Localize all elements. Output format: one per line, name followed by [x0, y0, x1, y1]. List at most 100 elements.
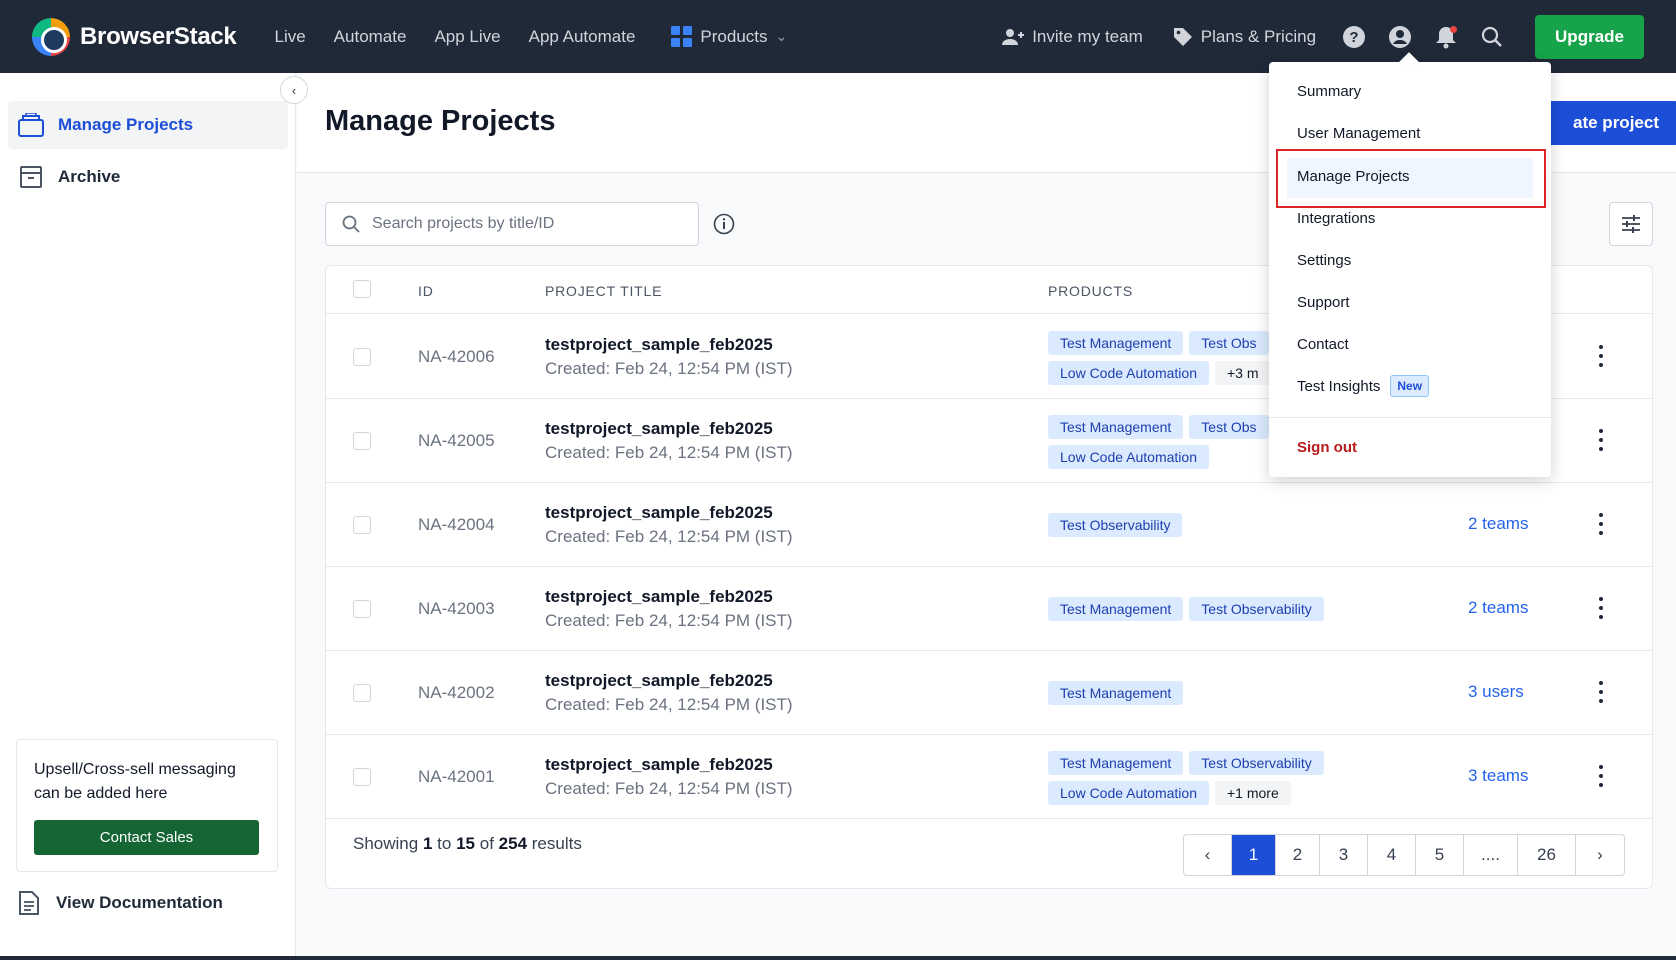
- upgrade-button[interactable]: Upgrade: [1535, 14, 1644, 59]
- more-products-tag[interactable]: +3 m: [1214, 361, 1271, 385]
- document-icon: [19, 891, 39, 915]
- results-summary: Showing 1 to 15 of 254 results: [353, 834, 582, 854]
- nav-link-app-automate[interactable]: App Automate: [515, 27, 650, 47]
- project-title[interactable]: testproject_sample_feb2025: [545, 755, 773, 775]
- page-ellipsis: ....: [1464, 835, 1518, 875]
- row-checkbox[interactable]: [353, 600, 371, 618]
- prev-page-button[interactable]: ‹: [1184, 835, 1232, 875]
- menu-item-sign-out[interactable]: Sign out: [1297, 439, 1357, 456]
- menu-item-settings[interactable]: Settings: [1297, 252, 1351, 269]
- menu-item-integrations[interactable]: Integrations: [1297, 210, 1375, 227]
- access-link[interactable]: 2 teams: [1468, 598, 1528, 618]
- tag-icon: [1173, 27, 1192, 46]
- nav-link-app-live[interactable]: App Live: [420, 27, 514, 47]
- menu-item-contact[interactable]: Contact: [1297, 336, 1349, 353]
- browserstack-logo-icon: [32, 17, 70, 56]
- collapse-sidebar-button[interactable]: ‹: [280, 76, 308, 104]
- chevron-left-icon: ‹: [291, 82, 297, 98]
- column-header-id: ID: [418, 283, 434, 299]
- page-button-1[interactable]: 1: [1232, 835, 1276, 875]
- next-page-button[interactable]: ›: [1576, 835, 1624, 875]
- kebab-menu-icon[interactable]: [1598, 513, 1604, 535]
- user-account-icon[interactable]: [1388, 25, 1412, 49]
- product-tags: Test Management Test Observability: [1048, 597, 1368, 621]
- more-products-tag[interactable]: +1 more: [1214, 781, 1291, 805]
- menu-item-support[interactable]: Support: [1297, 294, 1350, 311]
- view-documentation-link[interactable]: View Documentation: [18, 891, 223, 915]
- project-created-date: Created: Feb 24, 12:54 PM (IST): [545, 359, 793, 378]
- row-checkbox[interactable]: [353, 348, 371, 366]
- select-all-checkbox[interactable]: [353, 280, 371, 298]
- page-button-4[interactable]: 4: [1368, 835, 1416, 875]
- project-title[interactable]: testproject_sample_feb2025: [545, 503, 773, 523]
- menu-item-user-management[interactable]: User Management: [1297, 125, 1420, 142]
- product-tags: Test Management Test Obs Low Code Automati…: [1048, 331, 1278, 385]
- products-menu[interactable]: Products ⌄: [657, 26, 801, 47]
- sidebar-item-label: Manage Projects: [58, 115, 194, 134]
- search-input[interactable]: [372, 215, 672, 233]
- table-row[interactable]: NA-42003 testproject_sample_feb2025 Create…: [326, 567, 1652, 651]
- project-title[interactable]: testproject_sample_feb2025: [545, 419, 773, 439]
- menu-item-test-insights[interactable]: Test Insights New: [1297, 375, 1430, 397]
- highlight-outline-box: [1276, 149, 1546, 208]
- page-button-2[interactable]: 2: [1276, 835, 1320, 875]
- products-label: Products: [700, 26, 768, 46]
- project-created-date: Created: Feb 24, 12:54 PM (IST): [545, 527, 793, 546]
- project-id: NA-42004: [418, 515, 495, 534]
- plans-pricing-link[interactable]: Plans & Pricing: [1158, 27, 1331, 47]
- product-tags: Test Management Test Obs Low Code Automati…: [1048, 415, 1278, 469]
- add-user-icon: [1002, 28, 1025, 45]
- page-title: Manage Projects: [325, 105, 556, 137]
- sidebar-item-manage-projects[interactable]: Manage Projects: [8, 101, 288, 149]
- contact-sales-button[interactable]: Contact Sales: [34, 820, 259, 855]
- kebab-menu-icon[interactable]: [1598, 681, 1604, 703]
- product-tag: Test Management: [1048, 597, 1184, 621]
- nav-link-automate[interactable]: Automate: [320, 27, 421, 47]
- menu-item-summary[interactable]: Summary: [1297, 83, 1361, 100]
- kebab-menu-icon[interactable]: [1598, 597, 1604, 619]
- access-link[interactable]: 2 teams: [1468, 514, 1528, 534]
- kebab-menu-icon[interactable]: [1598, 429, 1604, 451]
- access-link[interactable]: 3 users: [1468, 682, 1524, 702]
- kebab-menu-icon[interactable]: [1598, 765, 1604, 787]
- project-title[interactable]: testproject_sample_feb2025: [545, 587, 773, 607]
- table-row[interactable]: NA-42002 testproject_sample_feb2025 Create…: [326, 651, 1652, 735]
- nav-link-live[interactable]: Live: [260, 27, 319, 47]
- page-button-3[interactable]: 3: [1320, 835, 1368, 875]
- nav-links: Live Automate App Live App Automate Prod…: [260, 26, 801, 47]
- pagination: ‹ 1 2 3 4 5 .... 26 ›: [1183, 834, 1625, 876]
- table-row[interactable]: NA-42001 testproject_sample_feb2025 Create…: [326, 735, 1652, 819]
- filter-settings-button[interactable]: [1609, 202, 1653, 246]
- info-icon[interactable]: [713, 213, 735, 235]
- table-row[interactable]: NA-42004 testproject_sample_feb2025 Create…: [326, 483, 1652, 567]
- project-title[interactable]: testproject_sample_feb2025: [545, 335, 773, 355]
- project-id: NA-42002: [418, 683, 495, 702]
- sidebar: Manage Projects Archive Upsell/Cross-sel…: [0, 73, 296, 960]
- notification-bell-icon[interactable]: [1434, 25, 1458, 49]
- results-word: results: [531, 834, 582, 853]
- access-link[interactable]: 3 teams: [1468, 766, 1528, 786]
- row-checkbox[interactable]: [353, 768, 371, 786]
- product-tags: Test Management: [1048, 681, 1368, 705]
- row-checkbox[interactable]: [353, 516, 371, 534]
- sidebar-item-archive[interactable]: Archive: [8, 153, 288, 201]
- invite-team-link[interactable]: Invite my team: [987, 27, 1158, 47]
- column-header-products: PRODUCTS: [1048, 283, 1133, 299]
- search-icon[interactable]: [1480, 25, 1504, 49]
- page-button-26[interactable]: 26: [1518, 835, 1576, 875]
- help-icon[interactable]: ?: [1342, 25, 1366, 49]
- product-tag: Test Obs: [1189, 415, 1269, 439]
- brand-name: BrowserStack: [80, 22, 237, 50]
- kebab-menu-icon[interactable]: [1598, 345, 1604, 367]
- product-tag: Test Obs: [1189, 331, 1269, 355]
- briefcase-icon: [18, 112, 44, 138]
- row-checkbox[interactable]: [353, 432, 371, 450]
- upsell-card: Upsell/Cross-sell messaging can be added…: [16, 739, 278, 872]
- project-title[interactable]: testproject_sample_feb2025: [545, 671, 773, 691]
- profile-dropdown-menu: Summary User Management Manage Projects …: [1269, 62, 1551, 477]
- brand-logo[interactable]: BrowserStack: [32, 17, 237, 56]
- product-tag: Test Observability: [1189, 597, 1324, 621]
- row-checkbox[interactable]: [353, 684, 371, 702]
- project-created-date: Created: Feb 24, 12:54 PM (IST): [545, 779, 793, 798]
- page-button-5[interactable]: 5: [1416, 835, 1464, 875]
